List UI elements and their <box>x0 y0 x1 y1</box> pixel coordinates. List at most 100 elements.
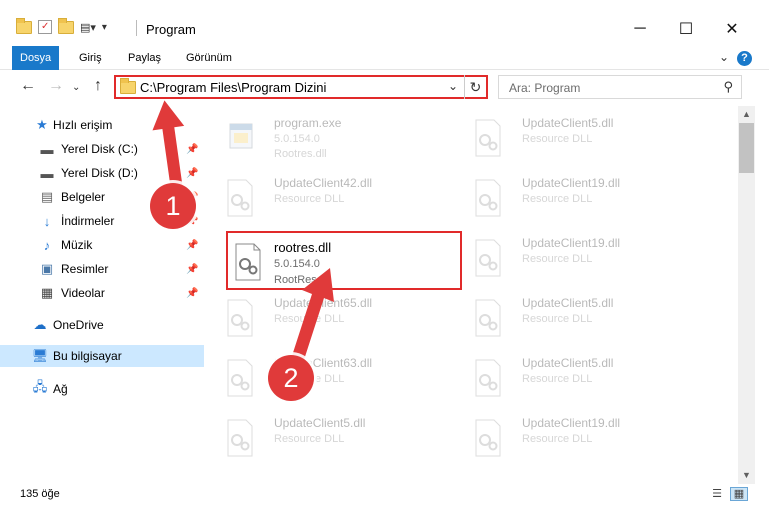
sidebar-item-local-disk-d[interactable]: ▬ Yerel Disk (D:) 📌 <box>0 162 204 184</box>
file-item[interactable]: program.exe 5.0.154.0 Rootres.dll <box>204 110 444 168</box>
sidebar-item-quick-access[interactable]: ★ Hızlı erişim <box>0 114 204 136</box>
music-icon: ♪ <box>43 237 51 253</box>
dll-file-icon <box>227 179 253 217</box>
file-name: UpdateClient65.dll <box>274 296 373 310</box>
address-bar[interactable]: C:\Program Files\Program Dizini ⌄ ↻ <box>114 75 488 99</box>
file-description: Resource DLL <box>274 193 345 205</box>
file-description: Resource DLL <box>522 133 593 145</box>
search-placeholder: Ara: Program <box>509 81 581 95</box>
sidebar-item-label: Resimler <box>61 262 109 276</box>
help-icon[interactable]: ? <box>737 51 752 66</box>
sidebar-item-label: Belgeler <box>61 190 106 204</box>
scroll-up-icon[interactable]: ▲ <box>738 106 755 123</box>
title-bar: ✓ ▤▾ ▾ Program ─ ☐ ✕ <box>0 0 769 46</box>
file-name: UpdateClient19.dll <box>522 176 621 190</box>
minimize-button[interactable]: ─ <box>617 14 663 44</box>
folder-icon <box>16 17 32 34</box>
large-icons-view-icon[interactable]: ▦ <box>730 487 748 501</box>
star-icon: ★ <box>36 117 48 132</box>
sidebar-item-onedrive[interactable]: ☁ OneDrive <box>0 314 204 336</box>
tab-share[interactable]: Paylaş <box>128 46 161 70</box>
pin-icon[interactable]: 📌 <box>186 264 198 275</box>
pin-icon[interactable]: 📌 <box>186 144 198 155</box>
search-input[interactable]: Ara: Program ⚲ <box>498 75 742 99</box>
details-view-icon[interactable]: ☰ <box>708 487 726 501</box>
sidebar-item-pictures[interactable]: ▣ Resimler 📌 <box>0 258 204 280</box>
file-name: UpdateClient5.dll <box>522 116 614 130</box>
download-icon: ↓ <box>43 213 51 229</box>
pin-icon[interactable]: 📌 <box>186 168 198 179</box>
file-item[interactable]: UpdateClient5.dll Resource DLL <box>204 410 444 468</box>
tab-file[interactable]: Dosya <box>12 46 60 70</box>
file-item[interactable]: UpdateClient19.dll Resource DLL <box>452 410 692 468</box>
dll-file-icon <box>227 359 253 397</box>
sidebar-item-local-disk-c[interactable]: ▬ Yerel Disk (C:) 📌 <box>0 138 204 160</box>
file-name: program.exe <box>274 116 342 130</box>
scroll-down-icon[interactable]: ▼ <box>738 467 755 484</box>
file-item[interactable]: UpdateClient42.dll Resource DLL <box>204 170 444 228</box>
navigation-bar: ← → ⌄ ↑ C:\Program Files\Program Dizini … <box>0 70 769 106</box>
sidebar-item-label: Hızlı erişim <box>53 118 113 132</box>
file-description: Resource DLL <box>522 193 593 205</box>
sidebar-item-label: Bu bilgisayar <box>53 349 122 363</box>
drive-icon: ▬ <box>40 165 54 181</box>
toolbar-dropdown-icon[interactable]: ▾ <box>102 22 107 33</box>
sidebar-item-videos[interactable]: ▦ Videolar 📌 <box>0 282 204 304</box>
address-path[interactable]: C:\Program Files\Program Dizini <box>140 80 326 95</box>
file-description: Resource DLL <box>522 373 593 385</box>
drive-icon: ▬ <box>40 141 54 157</box>
dll-file-icon <box>227 299 253 337</box>
back-arrow-icon[interactable]: ← <box>20 77 36 95</box>
expand-ribbon-icon[interactable]: ⌄ <box>719 50 729 64</box>
customize-toolbar-icon[interactable]: ▤▾ <box>80 21 96 34</box>
file-item[interactable]: UpdateClient5.dll Resource DLL <box>452 350 692 408</box>
pin-icon[interactable]: 📌 <box>186 288 198 299</box>
pictures-icon: ▣ <box>40 261 54 276</box>
file-item[interactable]: UpdateClient19.dll Resource DLL <box>452 170 692 228</box>
dll-file-icon <box>475 299 501 337</box>
step-1-callout: 1 <box>150 183 196 229</box>
title-separator <box>136 20 137 36</box>
file-list: program.exe 5.0.154.0 Rootres.dll Update… <box>204 106 738 478</box>
file-item[interactable]: UpdateClient19.dll Resource DLL <box>452 230 692 288</box>
file-name: UpdateClient19.dll <box>522 236 621 250</box>
forward-arrow-icon[interactable]: → <box>48 77 64 95</box>
item-count: 135 öğe <box>20 488 60 500</box>
tab-home[interactable]: Giriş <box>79 46 102 70</box>
cloud-icon: ☁ <box>33 317 47 332</box>
sidebar-item-label: Müzik <box>61 238 93 252</box>
scroll-thumb[interactable] <box>739 123 754 173</box>
file-description: Rootres.dll <box>274 148 327 160</box>
search-icon[interactable]: ⚲ <box>723 79 733 95</box>
close-button[interactable]: ✕ <box>709 14 755 44</box>
exe-file-icon <box>229 123 253 149</box>
documents-icon: ▤ <box>40 189 54 204</box>
new-folder-icon[interactable] <box>58 17 74 34</box>
sidebar-item-network[interactable]: 🖧 Ağ <box>0 378 204 400</box>
up-arrow-icon[interactable]: ↑ <box>94 77 102 95</box>
file-name: UpdateClient5.dll <box>522 296 614 310</box>
file-item[interactable]: UpdateClient5.dll Resource DLL <box>452 110 692 168</box>
dll-file-icon <box>475 119 501 157</box>
vertical-scrollbar[interactable]: ▲ ▼ <box>738 106 755 484</box>
recent-locations-icon[interactable]: ⌄ <box>72 82 80 93</box>
sidebar-item-label: İndirmeler <box>61 214 115 228</box>
dll-file-icon <box>227 419 253 457</box>
address-dropdown-icon[interactable]: ⌄ <box>448 79 458 93</box>
properties-icon[interactable]: ✓ <box>38 20 52 34</box>
maximize-button[interactable]: ☐ <box>663 14 709 44</box>
navigation-pane: ★ Hızlı erişim ▬ Yerel Disk (C:) 📌 ▬ Yer… <box>0 106 204 478</box>
quick-access-toolbar: ✓ ▤▾ ▾ <box>16 17 107 34</box>
computer-icon: 🖥 <box>31 348 49 363</box>
file-item[interactable]: UpdateClient63.dll Resource DLL <box>204 350 444 408</box>
file-item[interactable]: UpdateClient5.dll Resource DLL <box>452 290 692 348</box>
tab-view[interactable]: Görünüm <box>186 46 232 70</box>
sidebar-item-this-pc[interactable]: 🖥 Bu bilgisayar <box>0 345 204 367</box>
file-item[interactable]: UpdateClient65.dll Resource DLL <box>204 290 444 348</box>
file-name: UpdateClient5.dll <box>274 416 366 430</box>
sidebar-item-music[interactable]: ♪ Müzik 📌 <box>0 234 204 256</box>
dll-file-icon <box>475 419 501 457</box>
network-icon: 🖧 <box>32 379 48 394</box>
pin-icon[interactable]: 📌 <box>186 240 198 251</box>
refresh-icon[interactable]: ↻ <box>464 75 486 99</box>
